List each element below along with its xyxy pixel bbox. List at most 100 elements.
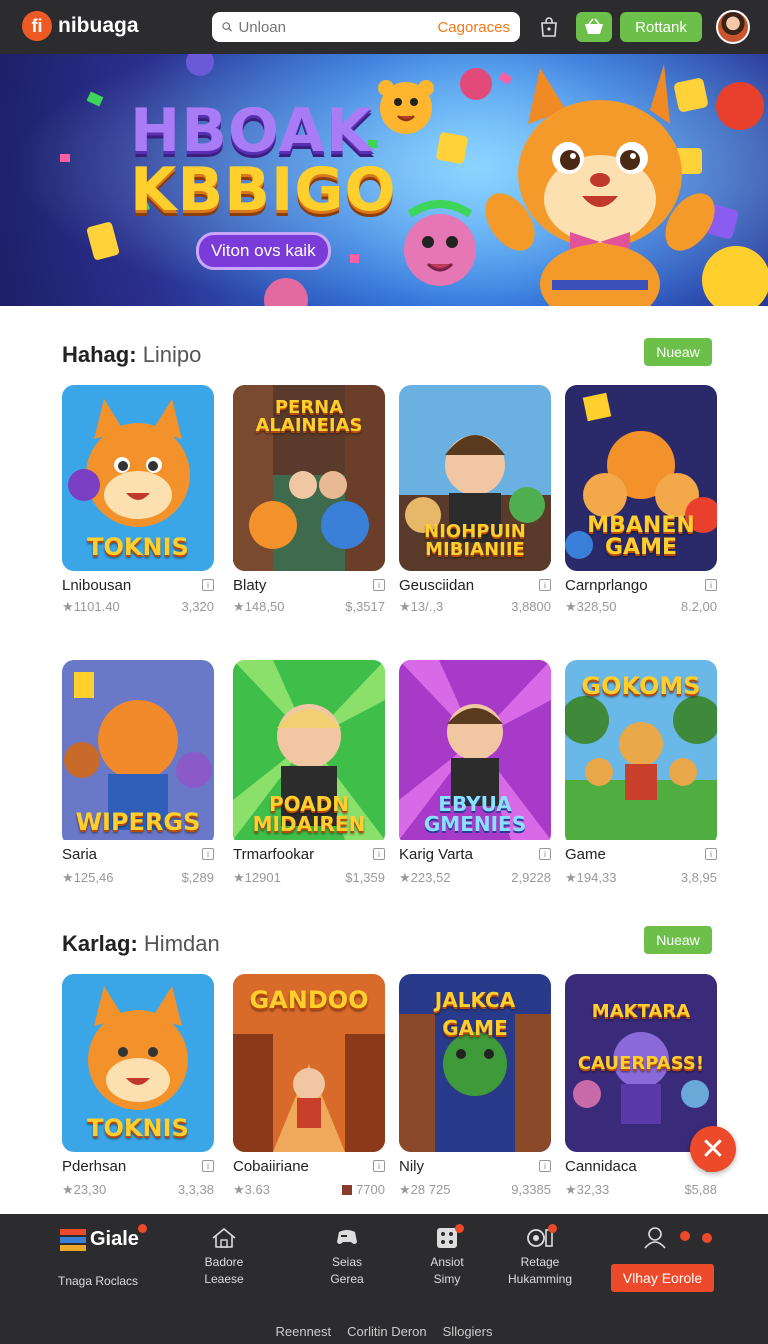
hero-title-line1: HBOAK [130, 96, 374, 166]
game-price: 3,3,38 [177, 1182, 214, 1197]
nav-item-label: Ansiot [430, 1255, 464, 1269]
logo-mark: fi [22, 11, 52, 41]
game-thumbnail: GANDOO [233, 974, 385, 1152]
close-icon: ✕ [700, 1131, 726, 1167]
nav-item-label: Badore [204, 1255, 244, 1269]
brand-icon [60, 1228, 86, 1251]
game-price: 7700 [342, 1182, 385, 1197]
game-name: Saria [62, 846, 98, 863]
info-icon[interactable]: i [202, 848, 214, 860]
game-card[interactable]: NIOHPUIN MIBIANIIE Geusciidan i ★13/.,3 … [399, 385, 551, 614]
search-bar[interactable]: Cagoraces [212, 12, 520, 42]
info-icon[interactable]: i [373, 848, 385, 860]
home-icon [212, 1227, 236, 1248]
play-button[interactable]: Vlhay Eorole [611, 1264, 714, 1292]
game-name: Geusciidan [399, 577, 475, 594]
game-thumbnail: MBANEN GAME [565, 385, 717, 571]
game-name: Blaty [233, 577, 267, 594]
game-card[interactable]: EBYUA GMENIES Karig Varta i ★223,52 2,92… [399, 660, 551, 885]
game-card[interactable]: PERNA ALAINEIAS Blaty i ★148,50 $,3517 [233, 385, 385, 614]
game-price: $,289 [181, 870, 214, 885]
nav-item-store[interactable]: Ansiot Simy [397, 1224, 497, 1288]
game-rating: ★28 725 [399, 1182, 451, 1197]
info-icon[interactable]: i [202, 1160, 214, 1172]
nav-item-label: Gerea [330, 1271, 364, 1286]
game-thumbnail: PERNA ALAINEIAS [233, 385, 385, 571]
footer-links: Reennest Corlitin Deron Sllogiers [0, 1324, 768, 1339]
game-card[interactable]: TOKNIS Pderhsan i ★23,30 3,3,38 [62, 974, 214, 1197]
nav-item-label: Leaese [204, 1271, 244, 1286]
search-input[interactable] [238, 18, 438, 36]
game-card[interactable]: TOKNIS Lnibousan i ★1101.40 3,320 [62, 385, 214, 614]
nav-item-ranking[interactable]: Retage Hukamming [490, 1224, 590, 1288]
app-logo[interactable]: fi nibuaga [22, 11, 139, 41]
game-card[interactable]: WIPERGS Saria i ★125,46 $,289 [62, 660, 214, 885]
info-icon[interactable]: i [539, 848, 551, 860]
game-rating: ★1101.40 [62, 599, 120, 614]
hero-title: HBOAK KBBIGO [130, 96, 397, 220]
search-icon [222, 22, 232, 32]
close-button[interactable]: ✕ [690, 1126, 736, 1172]
info-icon[interactable]: i [202, 579, 214, 591]
info-icon[interactable]: i [539, 579, 551, 591]
thumbnail-title: JALKCA GAME [434, 988, 516, 1040]
footer-link[interactable]: Sllogiers [443, 1324, 493, 1339]
section-title-rest: Linipo [142, 342, 202, 367]
game-price: $5,88 [684, 1182, 717, 1197]
footer-link[interactable]: Reennest [276, 1324, 332, 1339]
nav-brand[interactable]: Giale [60, 1224, 147, 1251]
section-new-button-2[interactable]: Nueaw [644, 926, 712, 954]
top-header: fi nibuaga Cagoraces Rottank [0, 0, 768, 54]
cart-button[interactable] [576, 12, 612, 42]
nav-item-profile[interactable] [624, 1226, 724, 1254]
game-card[interactable]: GOKOMS Game i ★194,33 3,8,95 [565, 660, 717, 885]
game-card[interactable]: JALKCA GAME Nily i ★28 725 9,3385 [399, 974, 551, 1197]
game-rating: ★194,33 [565, 870, 617, 885]
section-title-1: Hahag: Linipo [62, 342, 201, 368]
avatar-mini-icon [342, 1185, 353, 1195]
info-icon[interactable]: i [373, 1160, 385, 1172]
game-card[interactable]: GANDOO Cobaiiriane i ★3.63 7700 [233, 974, 385, 1197]
thumbnail-title: POADN MIDAIREN [252, 792, 366, 836]
game-card[interactable]: MAKTARA CAUERPASS! Cannidaca i ★32,33 $5… [565, 974, 717, 1197]
game-name: Cannidaca [565, 1158, 637, 1175]
game-name: Carnprlango [565, 577, 648, 594]
rank-button[interactable]: Rottank [620, 12, 702, 42]
game-thumbnail: GOKOMS [565, 660, 717, 846]
section-title-2: Karlag: Himdan [62, 931, 220, 957]
section-new-button-1[interactable]: Nueaw [644, 338, 712, 366]
game-name: Game [565, 846, 606, 863]
game-rating: ★13/.,3 [399, 599, 444, 614]
thumbnail-title: MAKTARA CAUERPASS! [577, 1001, 705, 1075]
search-category[interactable]: Cagoraces [437, 19, 510, 36]
info-icon[interactable]: i [705, 848, 717, 860]
hero-banner[interactable]: HBOAK KBBIGO Viton ovs kaik [0, 54, 768, 306]
game-card[interactable]: POADN MIDAIREN Trmarfookar i ★12901 $1,3… [233, 660, 385, 885]
nav-item-home[interactable]: Badore Leaese [174, 1226, 274, 1288]
game-card[interactable]: MBANEN GAME Carnprlango i ★328,50 8.2,00 [565, 385, 717, 614]
game-name: Nily [399, 1158, 424, 1175]
game-price: 9,3385 [511, 1182, 551, 1197]
basket-icon [585, 18, 603, 34]
profile-icon [644, 1227, 712, 1249]
game-rating: ★3.63 [233, 1182, 270, 1197]
section-title-rest: Himdan [143, 931, 220, 956]
game-price: 8.2,00 [680, 599, 717, 614]
info-icon[interactable]: i [705, 579, 717, 591]
game-price: 3,320 [181, 599, 214, 614]
game-rating: ★328,50 [565, 599, 617, 614]
nav-item-games[interactable]: Seias Gerea [297, 1226, 397, 1288]
nav-item-label: Hukamming [507, 1271, 573, 1286]
game-price: 3,8,95 [680, 870, 717, 885]
bag-button[interactable] [534, 12, 564, 42]
footer-link[interactable]: Corlitin Deron [347, 1324, 426, 1339]
game-name: Karig Varta [399, 846, 473, 863]
thumbnail-title: NIOHPUIN MIBIANIIE [424, 521, 526, 560]
game-rating: ★23,30 [62, 1182, 107, 1197]
info-icon[interactable]: i [539, 1160, 551, 1172]
user-avatar[interactable] [716, 10, 750, 44]
info-icon[interactable]: i [373, 579, 385, 591]
game-rating: ★223,52 [399, 870, 451, 885]
thumbnail-title: PERNA ALAINEIAS [255, 397, 363, 436]
hero-cta-pill[interactable]: Viton ovs kaik [196, 232, 331, 270]
